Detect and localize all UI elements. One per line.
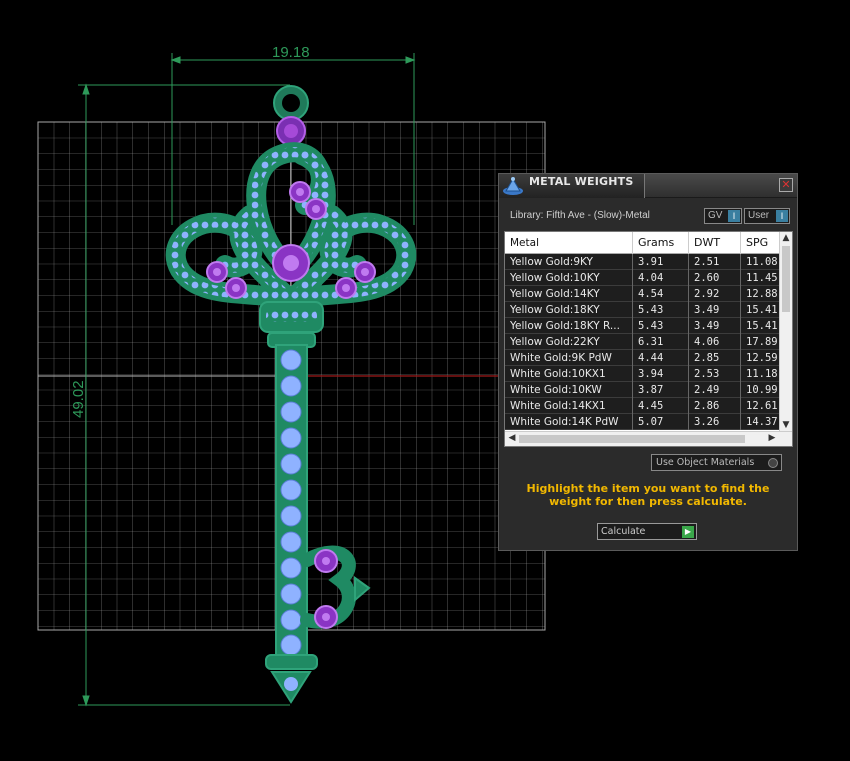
cell-metal: White Gold:10KX1 [505,366,633,382]
cell-dwt: 2.85 [689,350,741,366]
cell-metal: Yellow Gold:10KY [505,270,633,286]
cell-dwt: 4.06 [689,334,741,350]
cell-metal: White Gold:14KX1 [505,398,633,414]
scroll-down-icon[interactable]: ▼ [780,420,792,430]
panel-titlebar[interactable]: METAL WEIGHTS ✕ [499,174,797,198]
cell-dwt: 2.51 [689,254,741,270]
cell-metal: Yellow Gold:18KY [505,302,633,318]
user-toggle-label: User [748,210,770,221]
cell-dwt: 3.49 [689,318,741,334]
title-tab: METAL WEIGHTS [499,174,645,198]
table-row[interactable]: White Gold:10KW 3.87 2.49 10.99 [505,382,781,398]
cell-grams: 3.87 [633,382,689,398]
cell-spg: 11.08 [746,256,778,268]
cell-grams: 5.43 [633,302,689,318]
cell-metal: Yellow Gold:9KY [505,254,633,270]
scroll-left-icon[interactable]: ◀ [506,433,518,443]
cell-spg: 12.59 [746,352,778,364]
table-row[interactable]: Yellow Gold:10KY 4.04 2.60 11.45 [505,270,781,286]
scroll-up-icon[interactable]: ▲ [780,233,792,243]
instruction-text: Highlight the item you want to find the … [526,482,770,508]
column-header-spg[interactable]: SPG [741,232,781,254]
metal-table-body: Metal Grams DWT SPG Yellow Gold:9KY 3.91 2… [505,232,781,431]
cell-grams: 5.43 [633,318,689,334]
cell-grams: 4.04 [633,270,689,286]
metal-weights-panel: METAL WEIGHTS ✕ Library: Fifth Ave - (Sl… [498,173,798,551]
table-row[interactable]: Yellow Gold:14KY 4.54 2.92 12.88 [505,286,781,302]
cell-spg: 12.88 [746,288,778,300]
vertical-scroll-thumb[interactable] [782,246,790,312]
cell-dwt: 2.53 [689,366,741,382]
gv-toggle-label: GV [708,210,723,221]
cell-metal: White Gold:10KW [505,382,633,398]
horizontal-scroll-thumb[interactable] [519,435,745,443]
ring-scale-icon [503,177,523,195]
table-row[interactable]: White Gold:10KX1 3.94 2.53 11.18 [505,366,781,382]
cell-metal: White Gold:9K PdW [505,350,633,366]
cell-grams: 6.31 [633,334,689,350]
cell-metal: Yellow Gold:22KY [505,334,633,350]
cell-metal: Yellow Gold:18KY R... [505,318,633,334]
height-dimension-label: 49.02 [70,380,87,418]
cell-dwt: 2.60 [689,270,741,286]
cell-grams: 4.54 [633,286,689,302]
table-row[interactable]: White Gold:14K PdW 5.07 3.26 14.37 [505,414,781,430]
cell-grams: 4.45 [633,398,689,414]
table-row[interactable]: Yellow Gold:18KY R... 5.43 3.49 15.41 [505,318,781,334]
gv-toggle-switch: I [728,210,740,222]
cell-spg: 15.41 [746,304,778,316]
column-header-dwt[interactable]: DWT [689,232,741,254]
cell-dwt: 2.49 [689,382,741,398]
cell-grams: 5.07 [633,414,689,430]
table-row[interactable]: Yellow Gold:18KY 5.43 3.49 15.41 [505,302,781,318]
metal-table: Metal Grams DWT SPG Yellow Gold:9KY 3.91 2… [504,231,793,447]
cell-dwt: 2.86 [689,398,741,414]
calculate-label: Calculate [601,526,646,537]
cell-spg: 11.18 [746,368,778,380]
user-toggle-switch: I [776,210,788,222]
cell-spg: 14.37 [746,416,778,428]
table-row[interactable]: Yellow Gold:9KY 3.91 2.51 11.08 [505,254,781,270]
radio-icon [768,458,778,468]
use-object-materials-toggle[interactable]: Use Object Materials [651,454,782,471]
close-button[interactable]: ✕ [779,178,793,192]
table-row[interactable]: White Gold:9K PdW 4.44 2.85 12.59 [505,350,781,366]
vertical-scrollbar[interactable]: ▲ ▼ [779,232,792,431]
width-dimension-label: 19.18 [272,44,310,61]
user-toggle[interactable]: User I [744,208,790,224]
cell-spg: 10.99 [746,384,778,396]
cell-spg: 15.41 [746,320,778,332]
cell-dwt: 3.49 [689,302,741,318]
cell-spg: 11.45 [746,272,778,284]
scroll-right-icon[interactable]: ▶ [766,433,778,443]
cell-grams: 4.44 [633,350,689,366]
cell-metal: Yellow Gold:14KY [505,286,633,302]
horizontal-scrollbar[interactable]: ◀ ▶ [505,431,792,446]
cell-spg: 12.61 [746,400,778,412]
table-header: Metal Grams DWT SPG [505,232,781,254]
cell-spg: 17.89 [746,336,778,348]
cell-metal: White Gold:14K PdW [505,414,633,430]
column-header-metal[interactable]: Metal [505,232,633,254]
use-object-materials-label: Use Object Materials [656,457,755,468]
table-row[interactable]: White Gold:14KX1 4.45 2.86 12.61 [505,398,781,414]
gv-toggle[interactable]: GV I [704,208,742,224]
library-label: Library: Fifth Ave - (Slow)-Metal [510,210,650,221]
cell-grams: 3.91 [633,254,689,270]
column-header-grams[interactable]: Grams [633,232,689,254]
play-icon: ▶ [682,526,694,538]
panel-title: METAL WEIGHTS [529,175,634,188]
cell-dwt: 3.26 [689,414,741,430]
calculate-button[interactable]: Calculate ▶ [597,523,697,540]
table-row[interactable]: Yellow Gold:22KY 6.31 4.06 17.89 [505,334,781,350]
cell-grams: 3.94 [633,366,689,382]
cell-dwt: 2.92 [689,286,741,302]
